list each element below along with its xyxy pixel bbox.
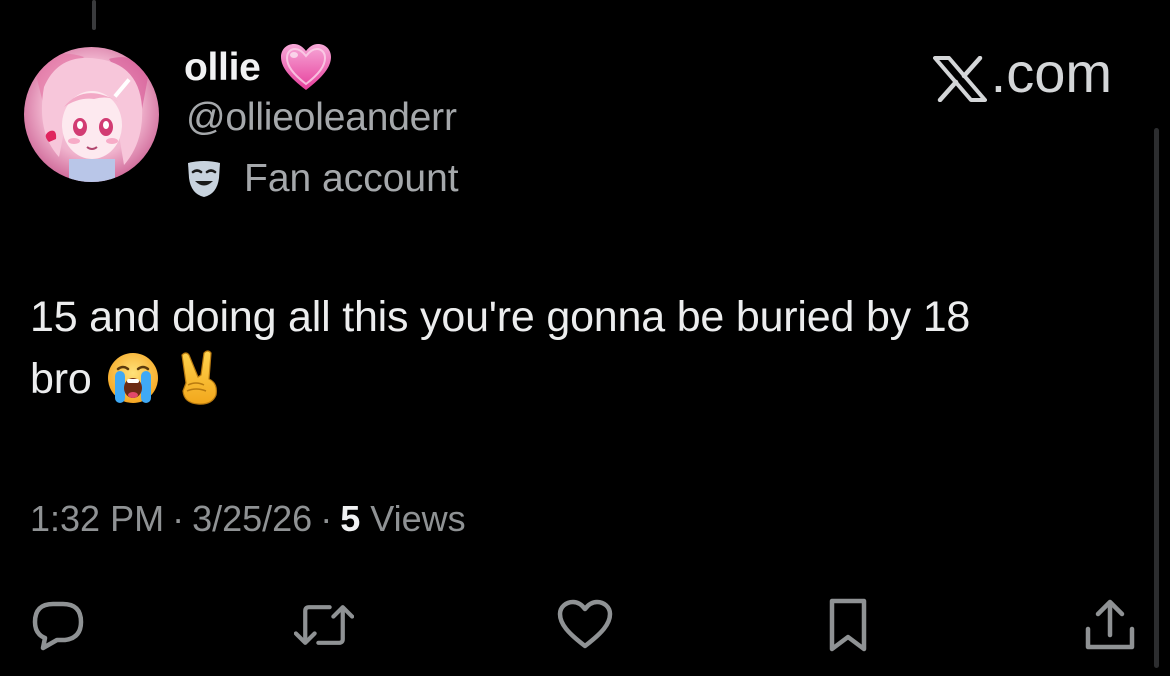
repost-icon	[294, 605, 354, 645]
reply-icon	[32, 601, 84, 651]
views-count: 5	[340, 498, 361, 539]
reply-button[interactable]	[28, 597, 88, 653]
share-button[interactable]	[1080, 597, 1140, 653]
post-action-bar	[0, 597, 1170, 653]
theater-mask-icon	[186, 160, 222, 198]
share-icon	[1085, 599, 1135, 650]
author-handle[interactable]: @ollieoleanderr	[186, 96, 457, 140]
post-text-line-2-text: bro	[30, 355, 92, 403]
views-label: Views	[370, 498, 466, 539]
x-logo-icon	[932, 50, 987, 102]
like-icon	[557, 599, 613, 649]
avatar-image	[24, 47, 159, 182]
repost-button[interactable]	[294, 597, 354, 653]
bookmark-button[interactable]	[818, 597, 878, 653]
post-text-line-2: bro	[30, 348, 1150, 422]
author-name-row[interactable]: ollie	[184, 40, 333, 96]
account-badge: Fan account	[186, 157, 459, 201]
loudly-crying-face-icon	[106, 351, 160, 422]
post-text-line-1: 15 and doing all this you're gonna be bu…	[30, 293, 971, 341]
brand-watermark: .com	[932, 40, 1112, 105]
post-meta: 1:32 PM · 3/25/26 · 5 Views	[30, 498, 466, 540]
bookmark-icon	[829, 598, 867, 652]
meta-separator: ·	[320, 498, 333, 539]
post-date[interactable]: 3/25/26	[192, 498, 312, 540]
meta-separator: ·	[172, 498, 185, 539]
victory-hand-icon	[174, 349, 224, 422]
post-text: 15 and doing all this you're gonna be bu…	[30, 286, 1150, 422]
brand-label: .com	[990, 41, 1112, 104]
post-time[interactable]: 1:32 PM	[30, 498, 164, 540]
pink-heart-icon	[279, 43, 333, 93]
badge-label: Fan account	[244, 157, 459, 200]
thread-connector-line	[92, 0, 96, 30]
display-name[interactable]: ollie	[184, 46, 261, 90]
scrollbar[interactable]	[1154, 128, 1159, 668]
avatar[interactable]	[24, 47, 159, 182]
like-button[interactable]	[555, 597, 615, 653]
